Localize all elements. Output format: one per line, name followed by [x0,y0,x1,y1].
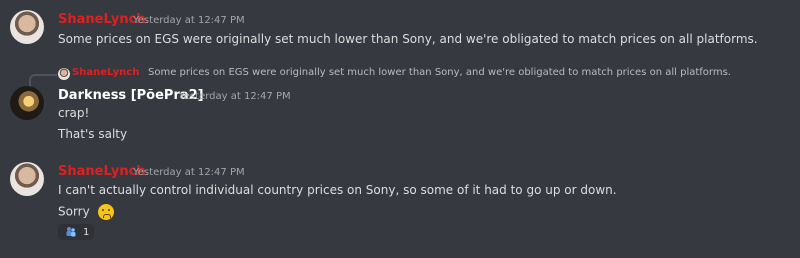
people-icon [65,226,77,238]
message-text: I can't actually control individual coun… [58,183,617,197]
avatar[interactable] [10,162,44,196]
reaction-count: 1 [83,226,90,238]
reaction-button[interactable]: 1 [58,224,94,240]
timestamp: Yesterday at 12:47 PM [133,167,245,178]
message-text: Sorry [58,204,90,219]
frowning-face-icon [97,204,114,220]
message-3: ShaneLynch Yesterday at 12:47 PM I can't… [0,0,800,258]
message-text-sorry: Sorry [58,204,114,220]
